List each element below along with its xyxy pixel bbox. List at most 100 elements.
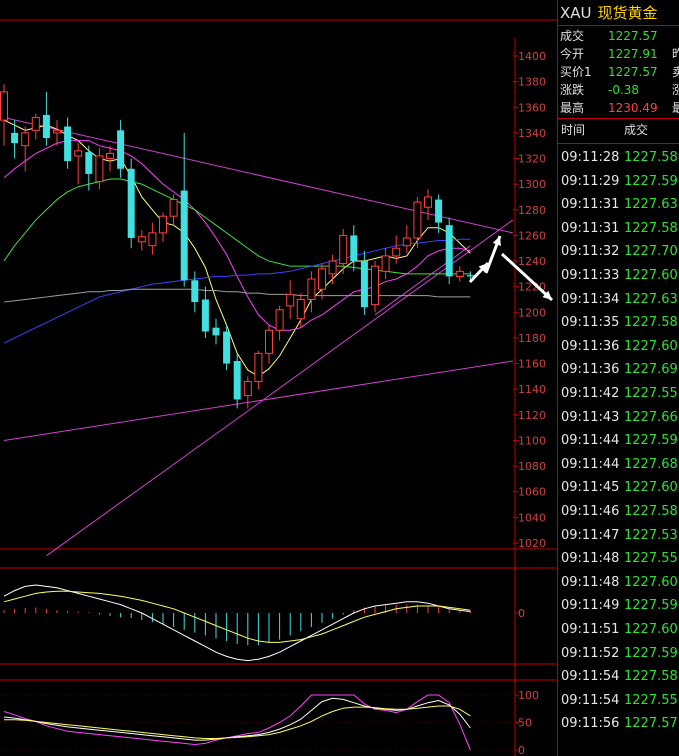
- trade-row[interactable]: 09:11:35 1227.58: [558, 311, 679, 335]
- trade-price: 1227.55: [624, 386, 678, 401]
- kdj-k-line: [3, 697, 471, 741]
- trade-row[interactable]: 09:11:46 1227.58: [558, 500, 679, 524]
- trade-time: 09:11:42: [561, 386, 620, 401]
- price-tick-label: 1380: [518, 76, 546, 89]
- trade-time: 09:11:34: [561, 291, 620, 307]
- candle-body-up: [106, 152, 114, 160]
- trade-row[interactable]: 09:11:29 1227.59: [558, 170, 679, 194]
- price-tick-label: 1160: [518, 358, 546, 371]
- candle-body-down: [64, 126, 72, 162]
- quote-value: 1230.49: [608, 101, 658, 115]
- trade-row[interactable]: 09:11:34 1227.63: [558, 288, 679, 312]
- candle-body-down: [11, 132, 19, 144]
- candle-body-up: [413, 201, 422, 239]
- candle-body-up: [286, 293, 295, 307]
- trade-time: 09:11:49: [561, 598, 620, 614]
- trade-price: 1227.59: [624, 645, 678, 661]
- trade-price: 1227.58: [624, 220, 678, 236]
- candle-body-up: [307, 278, 316, 301]
- candle-body-up: [328, 260, 337, 275]
- quote-label-truncated: 昨: [672, 47, 679, 61]
- price-tick-label: 1400: [518, 50, 546, 63]
- trades-header: 时间 成交: [558, 119, 679, 141]
- quote-label: 成交: [560, 29, 585, 43]
- candle-body-up: [254, 352, 263, 383]
- trades-header-time: 时间: [561, 123, 586, 137]
- trade-row[interactable]: 09:11:44 1227.68: [558, 453, 679, 477]
- trade-row[interactable]: 09:11:47 1227.53: [558, 524, 679, 548]
- trade-time: 09:11:48: [561, 574, 620, 590]
- trade-row[interactable]: 09:11:56 1227.57: [558, 712, 679, 736]
- candle-body-down: [127, 168, 135, 238]
- trade-time: 09:11:36: [561, 338, 620, 354]
- ma-line-ma120: [3, 288, 471, 303]
- price-tick-label: 1080: [518, 460, 546, 473]
- trades-header-divider: [558, 143, 679, 144]
- trade-price: 1227.55: [624, 692, 678, 708]
- trade-price: 1227.60: [624, 268, 678, 283]
- trade-row[interactable]: 09:11:48 1227.55: [558, 547, 679, 571]
- trade-time: 09:11:36: [561, 362, 620, 378]
- trade-row[interactable]: 09:11:36 1227.60: [558, 335, 679, 359]
- trade-row[interactable]: 09:11:32 1227.70: [558, 240, 679, 264]
- trade-row[interactable]: 09:11:36 1227.69: [558, 358, 679, 382]
- candle-body-down: [117, 130, 125, 169]
- trade-row[interactable]: 09:11:48 1227.60: [558, 571, 679, 595]
- trade-time: 09:11:31: [561, 197, 620, 213]
- symbol-code: XAU: [560, 4, 592, 22]
- trade-time: 09:11:47: [561, 527, 620, 543]
- trade-price: 1227.60: [624, 480, 678, 496]
- trade-row[interactable]: 09:11:33 1227.60: [558, 264, 679, 288]
- trade-row[interactable]: 09:11:54 1227.58: [558, 665, 679, 689]
- kline-chart-svg[interactable]: 1400138013601340132013001280126012401220…: [0, 0, 557, 756]
- candle-body-down: [85, 152, 93, 174]
- candle-body-up: [137, 236, 146, 243]
- quote-label-truncated: 最: [672, 101, 679, 115]
- price-tick-label: 1300: [518, 178, 546, 191]
- candle-body-down: [212, 327, 220, 336]
- trade-time: 09:11:35: [561, 315, 620, 331]
- trade-price: 1227.66: [624, 409, 678, 425]
- candle-body-up: [455, 270, 464, 277]
- candle-body-down: [350, 235, 358, 262]
- trade-time: 09:11:33: [561, 268, 620, 283]
- trade-row[interactable]: 09:11:52 1227.59: [558, 642, 679, 666]
- kline-chart-area[interactable]: 1400 1380 1360 1340 1320 1300 1280 1260 1240 1220…: [0, 0, 557, 756]
- trade-time: 09:11:43: [561, 409, 620, 425]
- price-tick-label: 1340: [518, 127, 546, 140]
- trade-time: 09:11:54: [561, 692, 620, 708]
- trade-price: 1227.60: [624, 338, 678, 354]
- trade-price: 1227.69: [624, 362, 678, 378]
- price-tick-label: 1140: [518, 383, 546, 396]
- trade-row[interactable]: 09:11:43 1227.66: [558, 406, 679, 430]
- trade-row[interactable]: 09:11:28 1227.58: [558, 146, 679, 170]
- trade-row[interactable]: 09:11:45 1227.60: [558, 476, 679, 500]
- candle-body-up: [275, 309, 284, 331]
- candle-body-down: [445, 225, 453, 277]
- candle-body-down: [223, 331, 231, 364]
- trade-time: 09:11:48: [561, 551, 620, 567]
- candle-body-up: [381, 255, 390, 272]
- trade-row[interactable]: 09:11:51 1227.60: [558, 618, 679, 642]
- trade-row[interactable]: 09:11:49 1227.59: [558, 594, 679, 618]
- trade-time: 09:11:29: [561, 173, 620, 189]
- trade-row[interactable]: 09:11:42 1227.55: [558, 382, 679, 406]
- candle-body-up: [392, 247, 401, 257]
- candle-body-up: [0, 91, 8, 121]
- trade-price: 1227.59: [624, 598, 678, 614]
- trade-row[interactable]: 09:11:31 1227.63: [558, 193, 679, 217]
- quote-row: 最高 1230.49 最: [558, 99, 679, 117]
- price-tick-label: 1240: [518, 255, 546, 268]
- trade-time: 09:11:45: [561, 480, 620, 496]
- candle-body-up: [169, 199, 178, 217]
- trade-row[interactable]: 09:11:54 1227.55: [558, 689, 679, 713]
- macd-tick-label: 0: [518, 607, 525, 620]
- price-tick-label: 1360: [518, 101, 546, 114]
- ma-line-ma60: [3, 238, 471, 344]
- price-tick-label: 1260: [518, 229, 546, 242]
- ma-line-ma20: [3, 178, 471, 275]
- candle-body-up: [402, 237, 411, 247]
- trade-row[interactable]: 09:11:44 1227.59: [558, 429, 679, 453]
- trade-row[interactable]: 09:11:31 1227.58: [558, 217, 679, 241]
- trade-price: 1227.58: [624, 504, 678, 519]
